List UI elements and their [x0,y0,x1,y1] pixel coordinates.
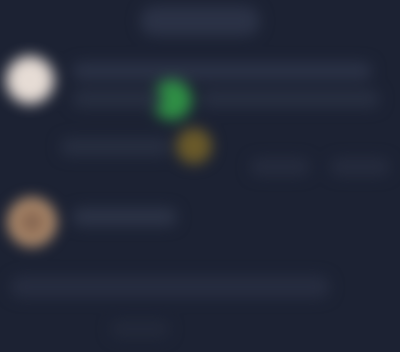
list-item[interactable] [0,190,400,260]
item-name [72,62,73,63]
item-preview [10,276,11,277]
list-item[interactable] [0,46,400,176]
item-preview-placeholder [200,90,380,108]
avatar[interactable] [6,56,54,104]
header-title-pill [140,6,260,36]
away-status-icon [176,128,212,164]
message-preview-bar [10,276,330,298]
footer-text [110,320,111,321]
item-name [72,208,73,209]
item-title-placeholder [72,62,372,80]
item-title-placeholder [72,208,177,226]
app-frame [0,0,400,352]
avatar[interactable] [8,198,56,246]
item-meta [60,138,61,139]
secondary-action-button[interactable] [330,158,390,176]
item-preview [200,90,201,91]
action-button[interactable] [250,158,310,176]
header-title [140,6,141,7]
footer-link[interactable] [110,320,170,338]
item-meta-placeholder [60,138,170,156]
item-subtitle-placeholder [72,90,162,108]
